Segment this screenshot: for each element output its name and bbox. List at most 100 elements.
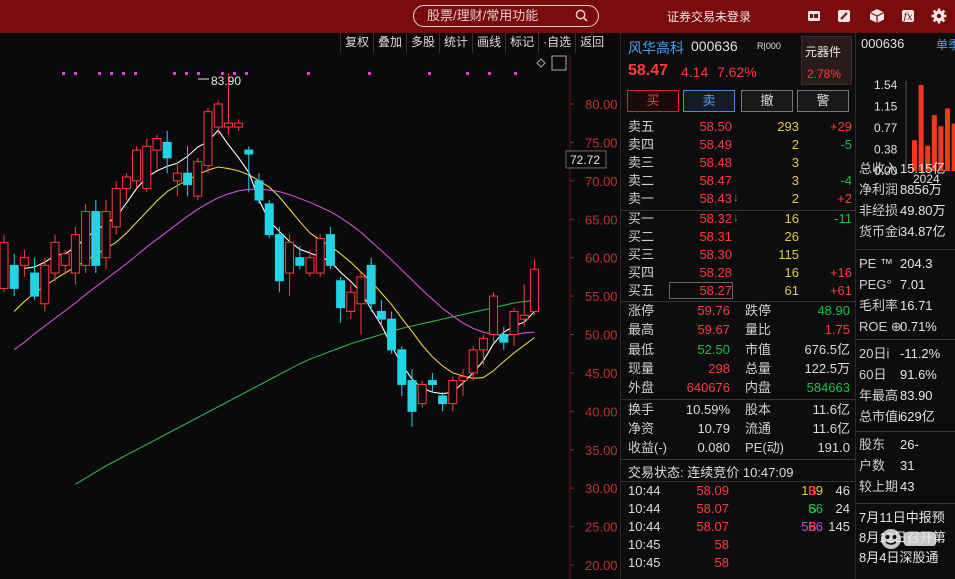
toolbar-item-2[interactable]: 多股 <box>406 33 439 53</box>
gear-icon[interactable] <box>931 8 947 24</box>
kline-chart[interactable]: 80.00 75.00 70.00 65.00 60.00 55.00 50.00 45.00… <box>0 33 620 579</box>
event-marker[interactable] <box>428 72 431 75</box>
candle-up[interactable] <box>101 211 111 259</box>
candle-up[interactable] <box>417 383 427 405</box>
stock-name[interactable]: 风华高科 <box>628 38 684 58</box>
ask-row[interactable]: 卖五 58.50 293 +29 <box>621 118 856 136</box>
event-marker[interactable] <box>74 72 77 75</box>
candle-down[interactable] <box>244 149 254 155</box>
candle-up[interactable] <box>193 161 203 197</box>
candle-down[interactable] <box>397 349 407 385</box>
event-marker[interactable] <box>98 72 101 75</box>
event-marker[interactable] <box>514 72 517 75</box>
event-marker[interactable] <box>245 72 248 75</box>
candle-up[interactable] <box>19 257 29 266</box>
candle-up[interactable] <box>489 295 499 336</box>
candle-up[interactable] <box>0 241 9 289</box>
candle-down[interactable] <box>162 141 172 159</box>
tick-row[interactable]: 10:44 58.07 566 B 145 <box>621 518 856 536</box>
edit-icon[interactable] <box>836 8 852 24</box>
event-marker[interactable] <box>368 72 371 75</box>
tick-row[interactable]: 10:44 58.09 139 B 46 <box>621 482 856 500</box>
bid-row[interactable]: 买三 58.30 115 <box>621 246 856 264</box>
toolbar-item-5[interactable]: 标记 <box>505 33 538 53</box>
candle-down[interactable] <box>438 395 448 405</box>
formula-icon[interactable]: fx <box>900 8 916 24</box>
diamond-icon[interactable] <box>536 58 546 68</box>
ask-row[interactable]: 卖三 58.48 3 <box>621 154 856 172</box>
toolbar-item-4[interactable]: 画线 <box>472 33 505 53</box>
candle-up[interactable] <box>50 241 60 274</box>
candle-down[interactable] <box>376 310 386 320</box>
candle-down[interactable] <box>264 203 274 236</box>
event-marker[interactable] <box>134 72 137 75</box>
cube-icon[interactable] <box>869 8 885 24</box>
candle-up[interactable] <box>213 103 223 128</box>
candle-up[interactable] <box>70 234 80 274</box>
tick-row[interactable]: 10:45 58 <box>621 536 856 554</box>
event-marker[interactable] <box>62 72 65 75</box>
candle-up[interactable] <box>356 276 366 305</box>
candle-up[interactable] <box>519 314 529 320</box>
bid-row[interactable]: 买二 58.31 26 <box>621 228 856 246</box>
candle-up[interactable] <box>285 241 295 274</box>
buy-button[interactable]: 买 <box>627 90 679 112</box>
candle-down[interactable] <box>295 257 305 266</box>
candle-up[interactable] <box>529 268 539 312</box>
candle-up[interactable] <box>305 257 315 274</box>
candle-down[interactable] <box>30 272 40 297</box>
candle-down[interactable] <box>336 280 346 309</box>
tick-row[interactable]: 10:45 58 <box>621 554 856 572</box>
sector-badge[interactable]: 元器件 2.78% <box>801 36 852 85</box>
candle-up[interactable] <box>60 253 70 266</box>
bid-row[interactable]: 买四 58.28 16 +16 <box>621 264 856 282</box>
toolbar-item-6[interactable]: ·自选 <box>538 33 575 53</box>
candle-up[interactable] <box>81 211 91 266</box>
candle-up[interactable] <box>132 149 142 182</box>
candle-down[interactable] <box>254 180 264 201</box>
sell-button[interactable]: 卖 <box>683 90 735 112</box>
search-icon[interactable] <box>575 9 588 22</box>
event-marker[interactable] <box>197 72 200 75</box>
event-marker[interactable] <box>307 72 310 75</box>
candle-down[interactable] <box>325 234 335 266</box>
toolbar-item-0[interactable]: 复权 <box>340 33 373 53</box>
toolbar-item-7[interactable]: 返回 <box>575 33 608 53</box>
tab-single-quarter[interactable]: 单季 <box>936 36 955 53</box>
candle-up[interactable] <box>346 291 356 312</box>
event-marker[interactable] <box>122 72 125 75</box>
candle-up[interactable] <box>468 349 478 374</box>
search-input[interactable]: 股票/理财/常用功能 <box>413 5 599 27</box>
candle-down[interactable] <box>91 211 101 266</box>
candle-down[interactable] <box>9 264 19 289</box>
fin-note[interactable]: 7月11日中报预 <box>859 507 945 526</box>
login-status[interactable]: 证券交易未登录 <box>667 8 751 25</box>
candle-down[interactable] <box>387 318 397 351</box>
candle-up[interactable] <box>234 122 244 128</box>
event-marker[interactable] <box>110 72 113 75</box>
kline-canvas[interactable]: 80.00 75.00 70.00 65.00 60.00 55.00 50.00 45.00… <box>0 33 620 579</box>
candle-down[interactable] <box>499 334 509 343</box>
event-marker[interactable] <box>488 72 491 75</box>
ask-row[interactable]: 卖四 58.49 2 -5 <box>621 136 856 154</box>
event-marker[interactable] <box>185 72 188 75</box>
event-marker[interactable] <box>173 72 176 75</box>
candle-down[interactable] <box>183 172 193 186</box>
cancel-order-button[interactable]: 撤 <box>741 90 793 112</box>
candle-up[interactable] <box>40 264 50 305</box>
candle-up[interactable] <box>448 380 458 405</box>
candle-down[interactable] <box>366 264 376 305</box>
event-marker[interactable] <box>466 72 469 75</box>
candle-up[interactable] <box>172 172 182 182</box>
ask-row[interactable]: 卖二 58.47 3 -4 <box>621 172 856 190</box>
scroll-icon[interactable] <box>551 55 567 71</box>
alert-button[interactable]: 警 <box>797 90 849 112</box>
tick-row[interactable]: 10:44 58.07 66 S 24 <box>621 500 856 518</box>
candle-up[interactable] <box>458 376 468 382</box>
candle-up[interactable] <box>203 111 213 166</box>
candle-up[interactable] <box>142 145 152 190</box>
candle-up[interactable] <box>478 337 488 351</box>
candle-down[interactable] <box>427 380 437 385</box>
candle-up[interactable] <box>223 122 233 128</box>
toolbar-item-3[interactable]: 统计 <box>439 33 472 53</box>
